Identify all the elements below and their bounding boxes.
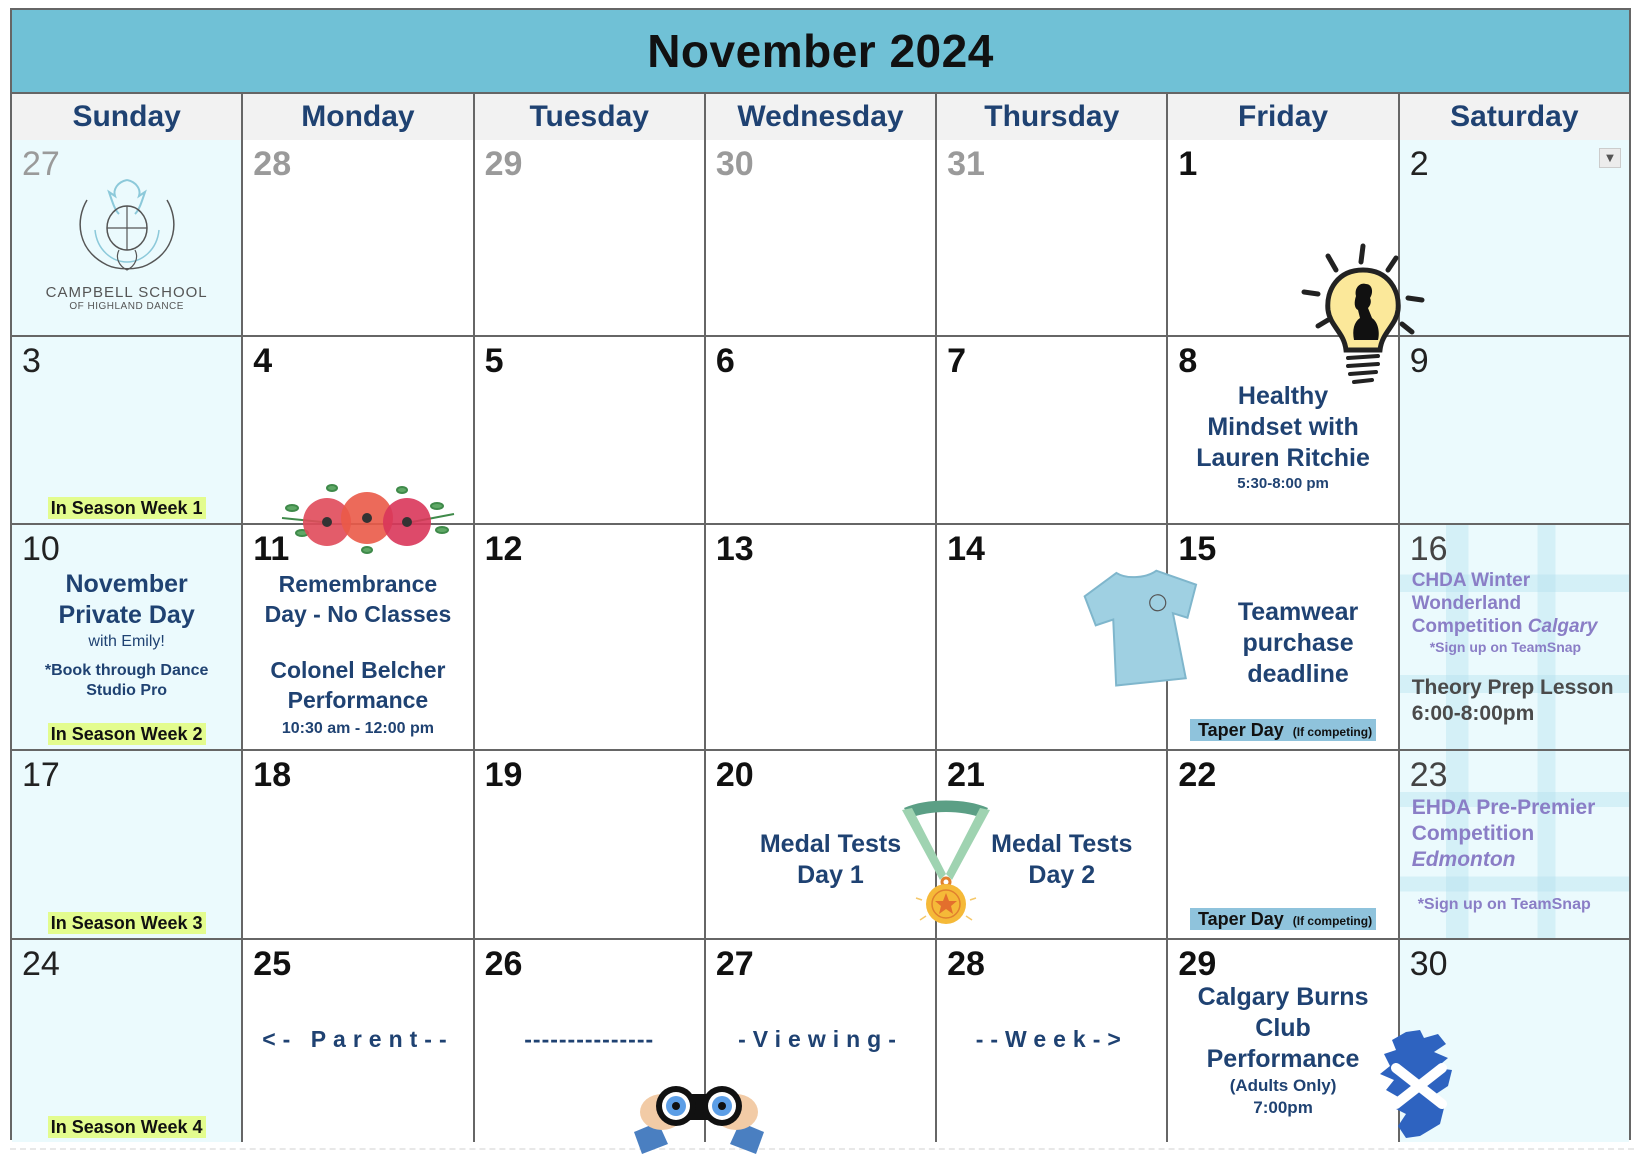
lightbulb-icon [1298,240,1428,404]
day-number: 13 [715,530,754,568]
event-burns-club-performance[interactable]: Calgary Burns Club Performance (Adults O… [1168,982,1397,1119]
day-cell-nov-10[interactable]: 10 November Private Day with Emily! *Boo… [12,525,242,749]
parent-viewing-week-part-4: --Week-> [975,1026,1128,1052]
weekday-wednesday: Wednesday [703,94,935,140]
season-week-label: In Season Week 2 [12,723,241,745]
day-cell-nov-2[interactable]: 2 ▼ [1397,140,1629,335]
day-cell-oct-29[interactable]: 29 [472,140,704,335]
day-cell-nov-19[interactable]: 19 [472,751,704,938]
day-cell-nov-13[interactable]: 13 [703,525,936,749]
day-number: 23 [1409,756,1448,794]
day-number: 7 [947,342,967,380]
event-teamwear-deadline[interactable]: Teamwear purchase deadline [1198,597,1397,690]
weekday-header-row: Sunday Monday Tuesday Wednesday Thursday… [12,94,1629,142]
day-number: 29 [484,145,523,183]
day-number: 27 [715,945,754,983]
week-row-3: 10 November Private Day with Emily! *Boo… [12,523,1629,749]
day-number: 10 [22,530,60,568]
day-number: 5 [484,342,504,380]
caret-down-icon: ▼ [1606,152,1614,164]
season-week-label: In Season Week 4 [12,1116,241,1138]
day-number: 25 [253,945,292,983]
scotland-map-flag-icon [1376,1028,1466,1144]
day-cell-nov-28[interactable]: 28 --Week-> [935,940,1167,1142]
season-week-label: In Season Week 3 [12,912,241,934]
day-number: 3 [22,342,41,380]
day-cell-nov-22[interactable]: 22 Taper Day (If competing) [1166,751,1398,938]
day-number: 20 [715,756,754,794]
day-cell-nov-16[interactable]: 16 CHDA Winter Wonderland Competition Ca… [1397,525,1629,749]
day-cell-oct-27[interactable]: 27 CAMPBELL SCHOOL OF HIGHLAND DANCE [12,140,242,335]
parent-viewing-week-part-1: <- Parent-- [262,1026,454,1052]
taper-day-label: Taper Day (If competing) [1168,719,1397,741]
day-number: 1 [1178,145,1198,183]
day-cell-nov-9[interactable]: 9 [1397,337,1629,523]
day-cell-nov-6[interactable]: 6 [703,337,936,523]
weekday-sunday: Sunday [72,100,181,133]
day-cell-nov-5[interactable]: 5 [472,337,704,523]
day-cell-oct-31[interactable]: 31 [935,140,1167,335]
calendar-title: November 2024 [647,25,994,77]
day-cell-nov-23[interactable]: 23 EHDA Pre-Premier Competition Edmonton… [1397,751,1629,938]
day-number: 22 [1178,756,1217,794]
day-cell-nov-17[interactable]: 17 In Season Week 3 [12,751,242,938]
binoculars-icon [634,1072,764,1158]
day-number: 6 [715,342,735,380]
calendar: November 2024 Sunday Monday Tuesday Wedn… [10,8,1631,1142]
day-cell-nov-7[interactable]: 7 [935,337,1167,523]
day-number: 17 [22,756,60,794]
week-row-4: 17 In Season Week 3 18 19 20 Medal Tests… [12,749,1629,938]
day-cell-nov-29[interactable]: 29 Calgary Burns Club Performance (Adult… [1166,940,1398,1142]
event-ehda-competition[interactable]: EHDA Pre-Premier Competition Edmonton *S… [1412,795,1629,915]
event-theory-prep-lesson[interactable]: Theory Prep Lesson 6:00-8:00pm [1412,675,1629,727]
day-number: 31 [947,145,985,183]
event-remembrance-day[interactable]: Remembrance Day - No Classes Colonel Bel… [243,569,472,739]
day-cell-oct-28[interactable]: 28 [241,140,473,335]
parent-viewing-week-part-2: --------------- [524,1026,655,1052]
calendar-title-bar: November 2024 [12,10,1629,94]
parent-viewing-week-part-3: -Viewing- [738,1026,903,1052]
day-number: 8 [1178,342,1198,380]
tshirt-icon [1082,560,1212,694]
day-cell-nov-24[interactable]: 24 In Season Week 4 [12,940,242,1142]
logo-line-2: OF HIGHLAND DANCE [69,301,184,312]
day-number: 18 [253,756,292,794]
day-number: 12 [484,530,523,568]
day-number: 2 [1409,145,1429,183]
thistle-logo-icon [79,179,175,271]
page-bottom-divider [10,1148,1634,1150]
day-cell-oct-30[interactable]: 30 [703,140,936,335]
dropdown-toggle-button[interactable]: ▼ [1598,148,1621,168]
school-logo: CAMPBELL SCHOOL OF HIGHLAND DANCE [12,170,241,312]
day-number: 26 [484,945,523,983]
day-number: 16 [1409,530,1448,568]
weekday-saturday: Saturday [1397,94,1629,140]
day-number: 14 [947,530,985,568]
day-number: 28 [947,945,985,983]
event-private-day[interactable]: November Private Day with Emily! *Book t… [12,569,241,701]
day-cell-nov-18[interactable]: 18 [241,751,473,938]
weekday-thursday: Thursday [935,94,1166,140]
day-number: 24 [22,945,60,983]
event-chda-competition[interactable]: CHDA Winter Wonderland Competition Calga… [1412,569,1629,656]
day-number: 19 [484,756,523,794]
day-cell-nov-12[interactable]: 12 [472,525,704,749]
day-number: 4 [253,342,273,380]
season-week-label: In Season Week 1 [12,497,241,519]
day-number: 28 [253,145,292,183]
taper-day-label: Taper Day (If competing) [1168,908,1397,930]
poppy-flowers-icon [272,478,462,562]
medal-icon [896,788,996,932]
weekday-friday: Friday [1166,94,1397,140]
day-cell-nov-3[interactable]: 3 In Season Week 1 [12,337,242,523]
logo-line-1: CAMPBELL SCHOOL [45,284,208,301]
day-cell-nov-25[interactable]: 25 <- Parent-- [241,940,473,1142]
day-number: 30 [715,145,754,183]
day-number: 30 [1409,945,1448,983]
day-number: 29 [1178,945,1217,983]
weekday-tuesday: Tuesday [472,94,704,140]
weekday-monday: Monday [241,94,472,140]
